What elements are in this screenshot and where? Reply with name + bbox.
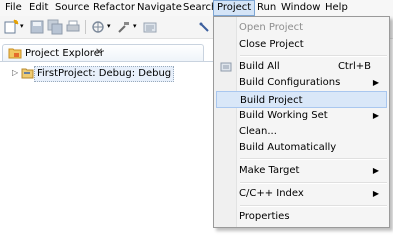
menu-separator: [240, 205, 387, 207]
menu-item-label: C/C++ Index: [239, 188, 304, 199]
menu-item-open-project[interactable]: Open Project: [216, 19, 387, 36]
menu-item-label: Open Project: [239, 22, 304, 33]
project-explorer-title: Project Explorer: [25, 48, 105, 59]
menu-item-label: Make Target: [239, 165, 300, 176]
save-all-icon[interactable]: [47, 19, 63, 35]
build-icon[interactable]: [116, 19, 132, 35]
project-explorer-icon: [8, 48, 22, 59]
menu-separator: [240, 158, 387, 160]
folder-project-icon: [21, 68, 34, 79]
menu-item-label: Build Configurations: [239, 77, 341, 88]
expand-arrow-icon[interactable]: ▷: [12, 66, 18, 80]
menu-item-properties[interactable]: Properties: [216, 208, 387, 225]
menu-item-make-target[interactable]: Make Target ▶: [216, 162, 387, 179]
menu-project[interactable]: Project: [213, 0, 256, 16]
menu-item-label: Properties: [239, 211, 290, 222]
menu-separator: [240, 55, 387, 57]
menu-item-close-project[interactable]: Close Project: [216, 36, 387, 53]
build-dropdown-icon[interactable]: ▾: [133, 22, 137, 30]
menu-edit[interactable]: Edit: [26, 0, 51, 16]
new-dropdown-icon[interactable]: ▾: [20, 22, 24, 30]
build-all-icon: [220, 62, 232, 72]
menu-item-label: Close Project: [239, 39, 304, 50]
menu-help[interactable]: Help: [322, 0, 351, 16]
menu-file[interactable]: File: [2, 0, 25, 16]
submenu-arrow-icon: ▶: [372, 189, 379, 198]
submenu-arrow-icon: ▶: [372, 111, 379, 120]
tree-item-label[interactable]: FirstProject: Debug: Debug: [34, 66, 175, 82]
menu-item-label: Build Automatically: [239, 142, 337, 153]
panel-divider: [0, 61, 214, 62]
menu-item-build-automatically[interactable]: Build Automatically: [216, 139, 387, 156]
menu-item-build-project[interactable]: Build Project: [216, 91, 387, 108]
build-all-icon[interactable]: [142, 19, 158, 35]
submenu-arrow-icon: ▶: [372, 78, 379, 87]
close-icon[interactable]: ✕: [95, 47, 103, 58]
project-explorer-tab[interactable]: Project Explorer ✕: [2, 44, 204, 62]
menu-window[interactable]: Window: [278, 0, 323, 16]
new-icon[interactable]: [3, 19, 19, 35]
menu-refactor[interactable]: Refactor: [90, 0, 138, 16]
project-menu-dropdown: Open Project Close Project Build All Ctr…: [213, 16, 390, 228]
menu-item-clean[interactable]: Clean...: [216, 123, 387, 140]
menu-navigate[interactable]: Navigate: [134, 0, 185, 16]
shortcut-label: Ctrl+B: [337, 61, 371, 72]
menu-item-cpp-index[interactable]: C/C++ Index ▶: [216, 185, 387, 202]
menu-source[interactable]: Source: [52, 0, 92, 16]
submenu-arrow-icon: ▶: [372, 166, 379, 175]
toolbar-separator: [85, 20, 86, 34]
menu-bar: File Edit Source Refactor Navigate Searc…: [0, 0, 393, 16]
menu-item-build-all[interactable]: Build All Ctrl+B: [216, 58, 387, 75]
menu-separator: [240, 182, 387, 184]
pin-icon[interactable]: [197, 19, 213, 35]
print-icon[interactable]: [65, 19, 81, 35]
debug-icon[interactable]: [90, 19, 106, 35]
menu-item-build-working-set[interactable]: Build Working Set ▶: [216, 107, 387, 124]
menu-item-label: Clean...: [239, 126, 277, 137]
menu-item-build-configurations[interactable]: Build Configurations ▶: [216, 74, 387, 91]
save-icon[interactable]: [29, 19, 45, 35]
menu-run[interactable]: Run: [254, 0, 279, 16]
debug-dropdown-icon[interactable]: ▾: [107, 22, 111, 30]
menu-item-label: Build All: [239, 61, 280, 72]
menu-item-label: Build Working Set: [239, 110, 328, 121]
